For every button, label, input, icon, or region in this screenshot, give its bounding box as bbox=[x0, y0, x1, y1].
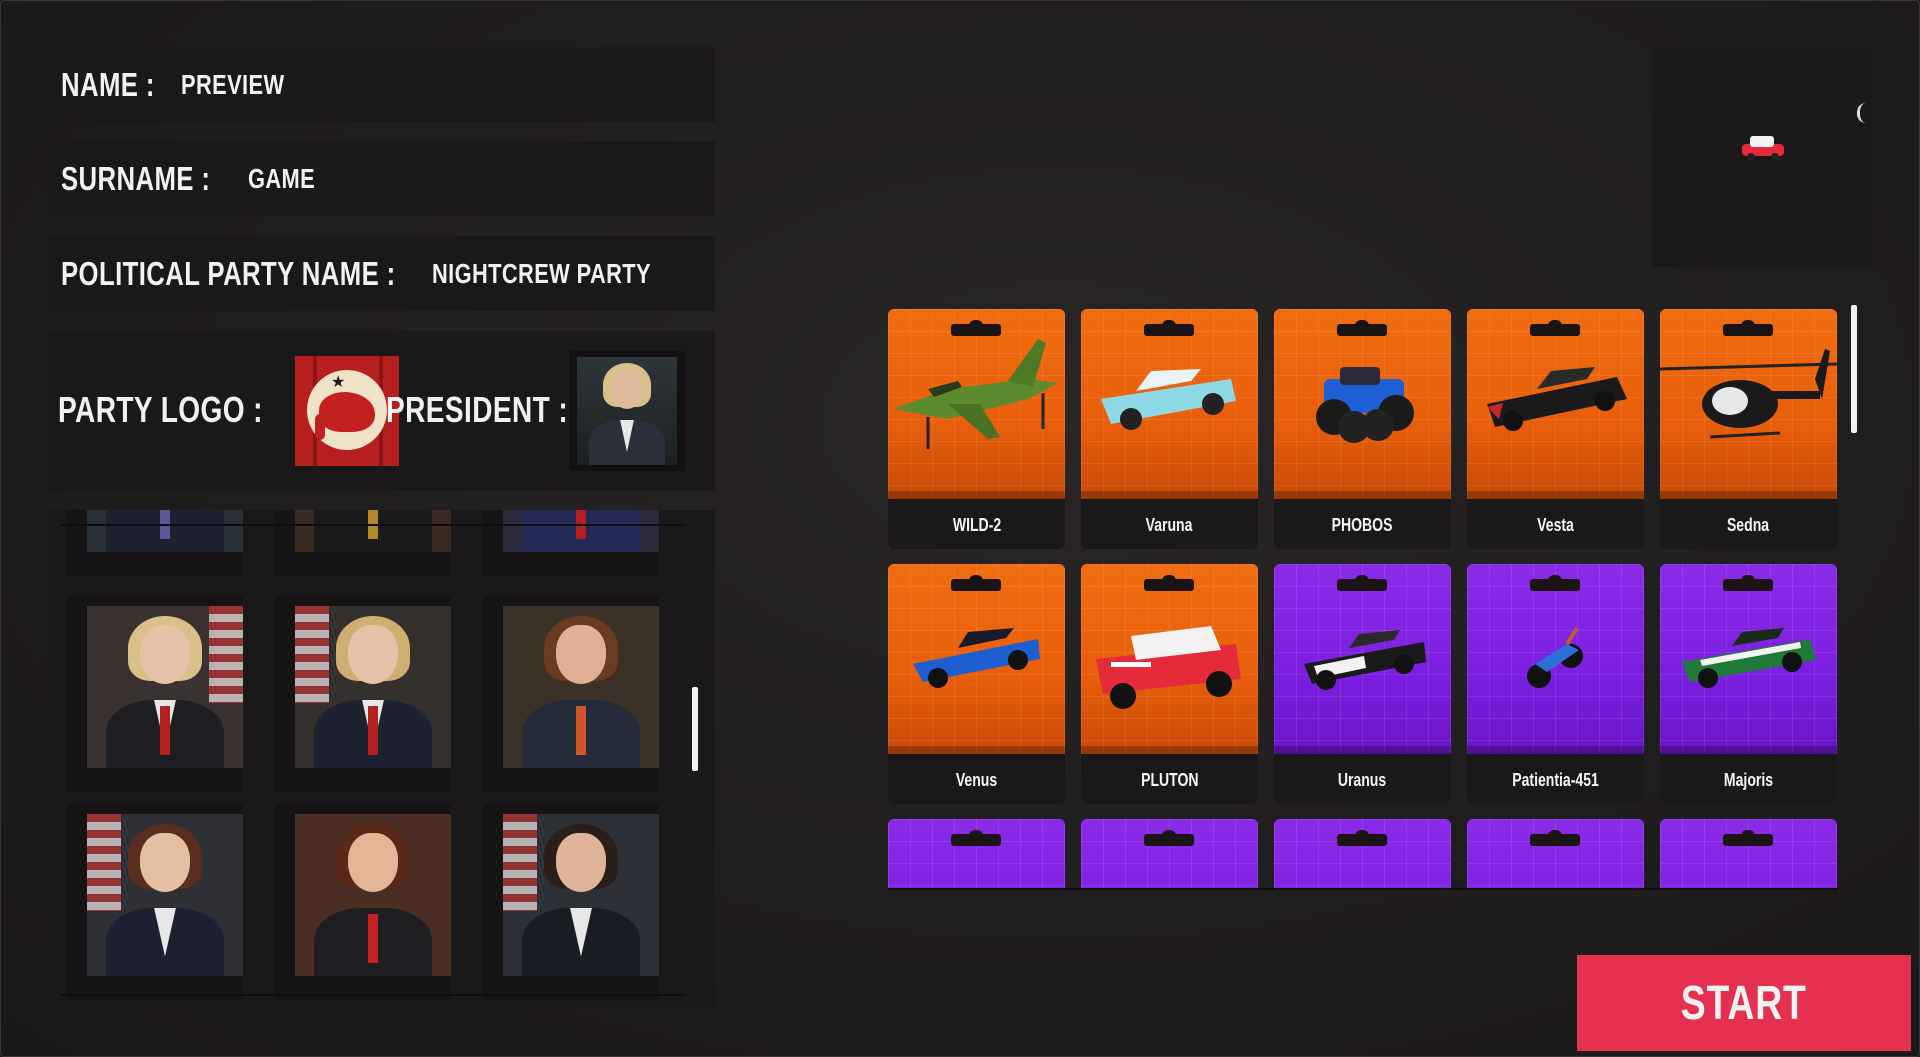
president-option[interactable] bbox=[483, 596, 659, 792]
vehicle-name: Majoris bbox=[1723, 770, 1774, 790]
vehicle-name: Varuna bbox=[1146, 515, 1193, 535]
vehicle-card-majoris[interactable]: Majoris bbox=[1660, 564, 1837, 804]
muscle-car-icon bbox=[1487, 367, 1627, 431]
president-option[interactable] bbox=[483, 510, 659, 576]
vehicle-name: Uranus bbox=[1338, 770, 1387, 790]
party-name-value[interactable]: NIGHTCREW PARTY bbox=[432, 258, 651, 290]
vehicle-card-varuna[interactable]: Varuna bbox=[1081, 309, 1258, 549]
party-logo-label: PARTY LOGO : bbox=[58, 389, 263, 430]
jet-icon bbox=[893, 339, 1058, 449]
party-logo[interactable]: ★ bbox=[295, 356, 399, 466]
president-option[interactable] bbox=[483, 804, 659, 1000]
surname-field[interactable]: SURNAME : GAME bbox=[47, 141, 715, 216]
vehicle-name: Vesta bbox=[1537, 515, 1574, 535]
vehicle-card[interactable] bbox=[1081, 819, 1258, 889]
logo-president-row: PARTY LOGO : ★ PRESIDENT : bbox=[47, 331, 715, 491]
police-car-icon bbox=[1304, 630, 1426, 690]
start-button[interactable]: START bbox=[1577, 955, 1911, 1051]
vehicle-card[interactable] bbox=[1660, 819, 1837, 889]
president-gallery[interactable] bbox=[47, 510, 715, 1008]
motorbike-icon bbox=[1527, 626, 1583, 688]
vehicle-card[interactable] bbox=[888, 819, 1065, 889]
name-field[interactable]: NAME : PREVIEW bbox=[47, 47, 715, 122]
party-name-field[interactable]: POLITICAL PARTY NAME : NIGHTCREW PARTY bbox=[47, 236, 715, 311]
gallery-scrollbar[interactable] bbox=[692, 687, 698, 771]
vehicle-card[interactable] bbox=[1467, 819, 1644, 889]
vehicle-name: Sedna bbox=[1727, 515, 1770, 535]
vehicle-name: WILD-2 bbox=[952, 515, 1001, 535]
elephant-icon bbox=[319, 392, 375, 432]
selected-president-portrait[interactable] bbox=[569, 351, 685, 471]
vehicle-card-sedna[interactable]: Sedna bbox=[1660, 309, 1837, 549]
president-label: PRESIDENT : bbox=[386, 389, 569, 430]
vehicle-card-wild-2[interactable]: WILD-2 bbox=[888, 309, 1065, 549]
vehicle-preview bbox=[1652, 47, 1873, 267]
surname-value[interactable]: GAME bbox=[248, 163, 315, 195]
president-option[interactable] bbox=[67, 510, 243, 576]
vehicle-card-venus[interactable]: Venus bbox=[888, 564, 1065, 804]
vehicle-card-uranus[interactable]: Uranus bbox=[1274, 564, 1451, 804]
vehicle-grid[interactable]: WILD-2 Varuna PHOBOS Vesta Sedna Venus P… bbox=[888, 309, 1838, 889]
vehicle-grid-scrollbar[interactable] bbox=[1851, 305, 1857, 433]
vehicle-card[interactable] bbox=[1274, 819, 1451, 889]
vehicle-name: Patientia-451 bbox=[1512, 770, 1599, 790]
party-name-label: POLITICAL PARTY NAME : bbox=[61, 254, 396, 292]
name-label: NAME : bbox=[61, 65, 155, 103]
vehicle-card-phobos[interactable]: PHOBOS bbox=[1274, 309, 1451, 549]
vehicle-name: Venus bbox=[955, 770, 998, 790]
vehicle-name: PHOBOS bbox=[1332, 515, 1393, 535]
classic-car-icon bbox=[1101, 369, 1236, 430]
sports-car-icon bbox=[913, 628, 1040, 688]
surname-label: SURNAME : bbox=[61, 159, 211, 197]
star-icon: ★ bbox=[331, 374, 346, 391]
green-muscle-car-icon bbox=[1682, 628, 1816, 688]
vehicle-card-pluton[interactable]: PLUTON bbox=[1081, 564, 1258, 804]
president-option[interactable] bbox=[67, 596, 243, 792]
vehicle-card-patientia-451[interactable]: Patientia-451 bbox=[1467, 564, 1644, 804]
mini-car-icon bbox=[1096, 626, 1241, 709]
mini-car-icon bbox=[1742, 136, 1784, 161]
president-option[interactable] bbox=[67, 804, 243, 1000]
president-option[interactable] bbox=[275, 804, 451, 1000]
president-option[interactable] bbox=[275, 510, 451, 576]
grid-divider bbox=[888, 888, 1838, 890]
helicopter-icon bbox=[1660, 349, 1837, 439]
name-value[interactable]: PREVIEW bbox=[181, 69, 284, 101]
vehicle-card-vesta[interactable]: Vesta bbox=[1467, 309, 1644, 549]
monster-truck-icon bbox=[1316, 367, 1414, 443]
vehicle-name: PLUTON bbox=[1140, 770, 1199, 790]
president-option[interactable] bbox=[275, 596, 451, 792]
